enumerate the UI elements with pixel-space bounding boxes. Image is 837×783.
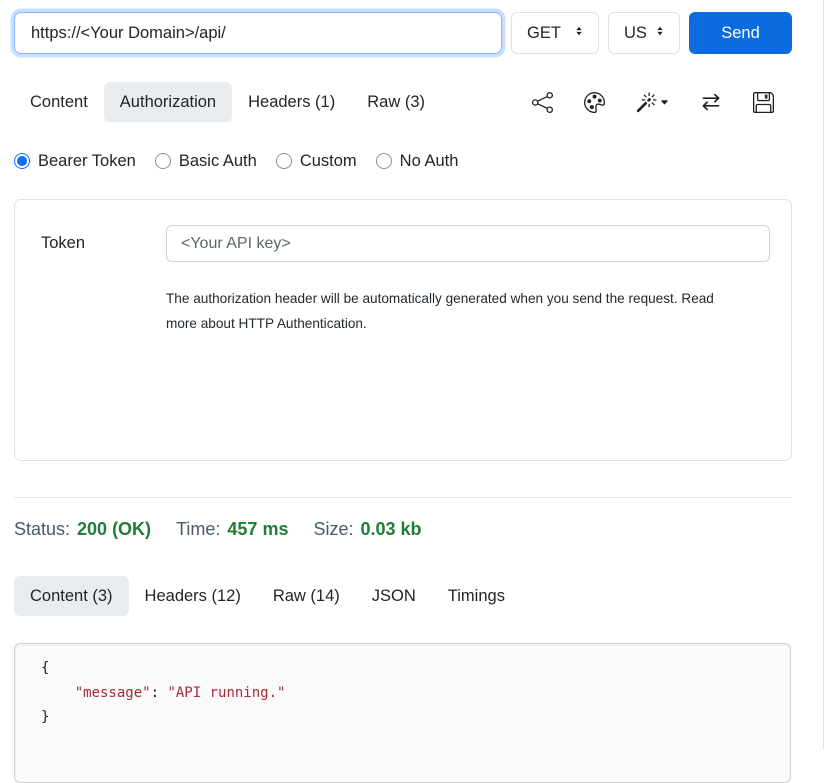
server-select-value: US [624, 24, 647, 43]
server-select[interactable]: US [608, 12, 680, 54]
auth-option-bearer-token[interactable]: Bearer Token [14, 152, 136, 171]
request-tabs: Content Authorization Headers (1) Raw (3… [14, 82, 792, 122]
request-bar: GET US Send [14, 12, 792, 54]
time-value: 457 ms [227, 519, 288, 540]
resp-tab-timings[interactable]: Timings [432, 576, 521, 616]
resp-tab-headers[interactable]: Headers (12) [129, 576, 257, 616]
time-label: Time: [176, 519, 220, 540]
resp-tab-json[interactable]: JSON [356, 576, 432, 616]
status-value: 200 (OK) [77, 519, 151, 540]
method-select[interactable]: GET [511, 12, 599, 54]
time-stat: Time: 457 ms [176, 519, 288, 540]
radio-unchecked-icon [155, 153, 171, 169]
json-value: "API running." [167, 685, 285, 701]
size-value: 0.03 kb [361, 519, 422, 540]
resp-tab-content[interactable]: Content (3) [14, 576, 129, 616]
auth-option-label: Custom [300, 152, 357, 171]
chevron-expand-icon [653, 24, 667, 43]
response-body: { "message": "API running." } [14, 643, 791, 783]
tab-authorization[interactable]: Authorization [104, 82, 232, 122]
send-button[interactable]: Send [689, 12, 792, 54]
main-content: GET US Send Content Authorization Header… [14, 12, 792, 783]
json-key: "message" [75, 685, 151, 701]
magic-wand-icon[interactable] [636, 92, 669, 113]
auth-option-no-auth[interactable]: No Auth [376, 152, 459, 171]
auth-option-basic-auth[interactable]: Basic Auth [155, 152, 257, 171]
token-input[interactable] [166, 225, 770, 262]
auth-option-label: Basic Auth [179, 152, 257, 171]
chevron-expand-icon [572, 24, 586, 43]
response-status-bar: Status: 200 (OK) Time: 457 ms Size: 0.03… [14, 519, 792, 540]
swap-arrows-icon[interactable] [700, 91, 722, 113]
section-divider [14, 497, 791, 498]
palette-icon[interactable] [584, 92, 605, 113]
request-toolbar [532, 91, 792, 113]
auth-option-label: Bearer Token [38, 152, 136, 171]
json-line: "message": "API running." [41, 681, 790, 706]
method-select-value: GET [527, 24, 561, 43]
status-stat: Status: 200 (OK) [14, 519, 151, 540]
response-tabs: Content (3) Headers (12) Raw (14) JSON T… [14, 576, 792, 616]
size-stat: Size: 0.03 kb [313, 519, 421, 540]
json-line: { [41, 656, 790, 681]
share-icon[interactable] [532, 92, 553, 113]
scrollbar-track[interactable] [823, 0, 824, 750]
token-help-text: The authorization header will be automat… [166, 286, 746, 336]
url-input[interactable] [14, 12, 502, 54]
caret-down-icon [660, 98, 669, 107]
tab-content[interactable]: Content [14, 82, 104, 122]
authorization-panel: Token The authorization header will be a… [14, 199, 792, 461]
token-label: Token [41, 234, 85, 253]
radio-unchecked-icon [376, 153, 392, 169]
size-label: Size: [313, 519, 353, 540]
tab-headers[interactable]: Headers (1) [232, 82, 351, 122]
radio-checked-icon [14, 153, 30, 169]
json-line: } [41, 705, 790, 730]
resp-tab-raw[interactable]: Raw (14) [257, 576, 356, 616]
auth-option-custom[interactable]: Custom [276, 152, 357, 171]
radio-unchecked-icon [276, 153, 292, 169]
auth-option-label: No Auth [400, 152, 459, 171]
auth-type-options: Bearer Token Basic Auth Custom No Auth [14, 149, 792, 173]
tab-raw[interactable]: Raw (3) [351, 82, 441, 122]
status-label: Status: [14, 519, 70, 540]
save-icon[interactable] [753, 92, 774, 113]
